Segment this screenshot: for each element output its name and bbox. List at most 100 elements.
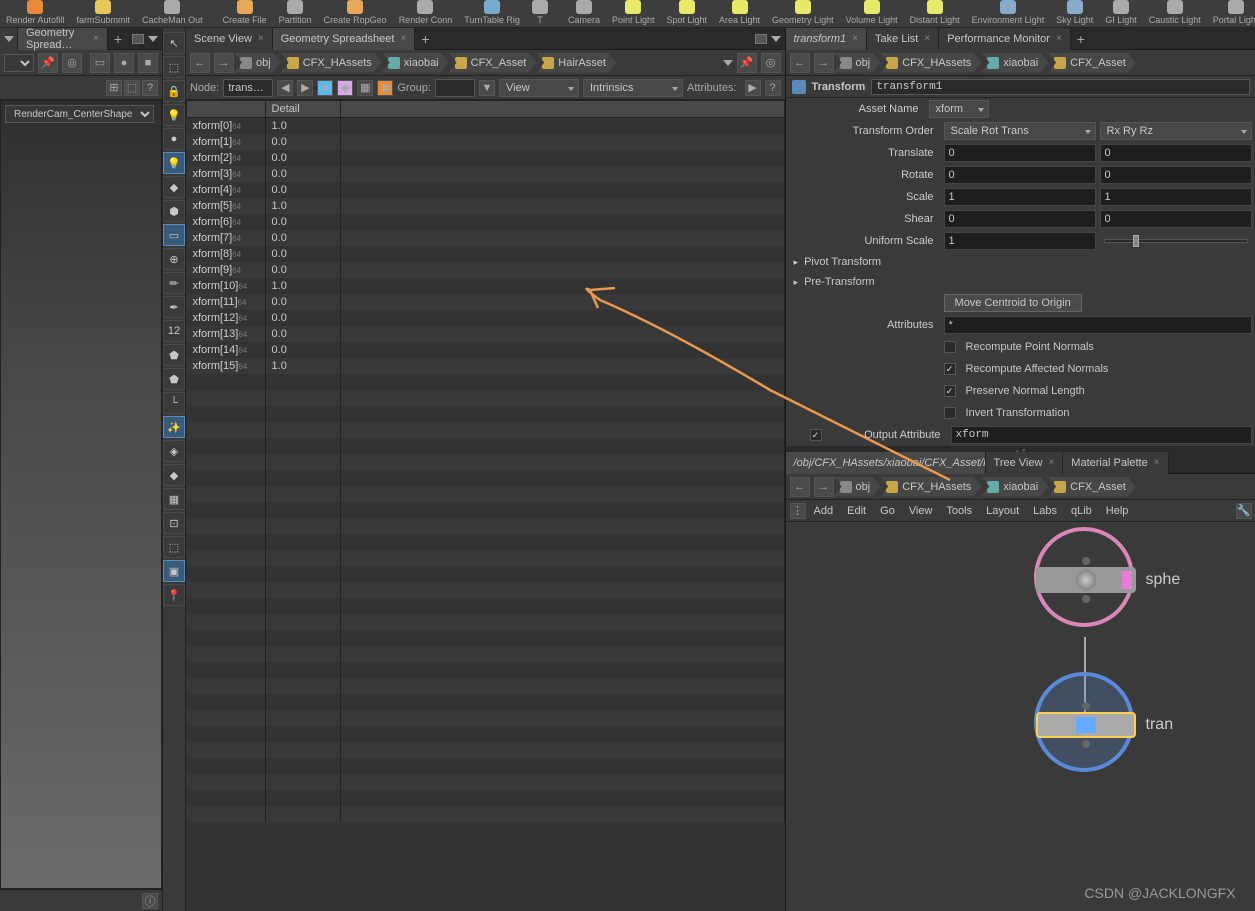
network-view[interactable]: sphe tran CSDN @JACKLONGFX <box>786 522 1255 911</box>
col-header-empty[interactable] <box>187 101 266 118</box>
tab-geometry-spreadsheet[interactable]: Geometry Spreadsheet× <box>273 28 416 50</box>
next-icon[interactable]: ▶ <box>297 80 313 96</box>
filter-points-icon[interactable]: ● <box>317 80 333 96</box>
menu-tools[interactable]: Tools <box>940 505 978 517</box>
node-sphere[interactable]: sphe <box>1036 567 1136 593</box>
crumb-xiaobai[interactable]: xiaobai <box>382 53 449 73</box>
viewport-tool-21[interactable]: ⬚ <box>163 536 185 558</box>
table-row[interactable]: xform[1]640.0 <box>187 134 785 150</box>
crumb-cfxasset-r[interactable]: CFX_Asset <box>1048 53 1136 73</box>
table-row[interactable]: xform[2]640.0 <box>187 150 785 166</box>
attributes-input[interactable] <box>944 316 1252 334</box>
xform-order-dropdown[interactable]: Scale Rot Trans <box>944 122 1096 140</box>
tab-performance-monitor[interactable]: Performance Monitor× <box>939 28 1071 50</box>
crumb-cfxasset[interactable]: CFX_Asset <box>449 53 537 73</box>
viewport-tool-7[interactable]: ⬢ <box>163 200 185 222</box>
crumb-obj-n[interactable]: obj <box>834 477 881 497</box>
left-mode-select[interactable] <box>4 54 34 72</box>
back-icon-r[interactable]: ← <box>790 53 810 73</box>
shelf-environment-light[interactable]: Environment Light <box>966 0 1051 27</box>
viewport-tool-9[interactable]: ⊕ <box>163 248 185 270</box>
asset-name-dropdown[interactable]: xform <box>929 100 989 118</box>
translate-y[interactable] <box>1100 144 1252 162</box>
viewport-tool-8[interactable]: ▭ <box>163 224 185 246</box>
menu-labs[interactable]: Labs <box>1027 505 1063 517</box>
recompute-affected-check[interactable] <box>944 363 956 375</box>
viewport-tool-11[interactable]: ✒ <box>163 296 185 318</box>
viewport-tool-2[interactable]: 🔒 <box>163 80 185 102</box>
shelf-spot-light[interactable]: Spot Light <box>660 0 713 27</box>
uniform-scale-slider[interactable] <box>1104 239 1248 243</box>
table-row[interactable]: xform[3]640.0 <box>187 166 785 182</box>
info-icon[interactable]: ⓘ <box>142 893 158 909</box>
shelf-cacheman-out[interactable]: CacheMan Out <box>136 0 209 27</box>
table-row[interactable]: xform[13]640.0 <box>187 326 785 342</box>
rotate-y[interactable] <box>1100 166 1252 184</box>
menu-layout[interactable]: Layout <box>980 505 1025 517</box>
shear-y[interactable] <box>1100 210 1252 228</box>
menu-help[interactable]: Help <box>1100 505 1135 517</box>
crumb-obj-r[interactable]: obj <box>834 53 881 73</box>
crumb-obj[interactable]: obj <box>234 53 281 73</box>
scale-x[interactable] <box>944 188 1096 206</box>
tab-tree-view[interactable]: Tree View× <box>986 452 1064 474</box>
shelf-create-file[interactable]: Create File <box>217 0 273 27</box>
pivot-transform-folder[interactable]: Pivot Transform <box>786 252 1255 272</box>
level-icon[interactable]: ▣ <box>377 80 393 96</box>
shelf-t[interactable]: T <box>526 0 554 27</box>
crumb-hassets[interactable]: CFX_HAssets <box>281 53 382 73</box>
viewport-tool-0[interactable]: ↖ <box>163 32 185 54</box>
table-row[interactable]: xform[12]640.0 <box>187 310 785 326</box>
pin-icon[interactable]: 📌 <box>38 53 58 73</box>
viewport-tool-20[interactable]: ⊡ <box>163 512 185 534</box>
viewport-tool-1[interactable]: ⬚ <box>163 56 185 78</box>
table-row[interactable]: xform[14]640.0 <box>187 342 785 358</box>
crumb-xiaobai-r[interactable]: xiaobai <box>981 53 1048 73</box>
vp-icon-2[interactable]: ⬚ <box>124 80 140 96</box>
crumb-hassets-n[interactable]: CFX_HAssets <box>880 477 981 497</box>
shelf-sky-light[interactable]: Sky Light <box>1050 0 1099 27</box>
viewport-tool-22[interactable]: ▣ <box>163 560 185 582</box>
filter-detail-icon[interactable]: ▦ <box>357 80 373 96</box>
rotate-x[interactable] <box>944 166 1096 184</box>
table-row[interactable]: xform[0]641.0 <box>187 118 785 135</box>
shelf-farmsubmmit[interactable]: farmSubmmit <box>71 0 137 27</box>
tab-scene-view[interactable]: Scene View× <box>186 28 273 50</box>
link-icon[interactable]: ◎ <box>62 53 82 73</box>
prev-icon[interactable]: ◀ <box>277 80 293 96</box>
pre-transform-folder[interactable]: Pre-Transform <box>786 272 1255 292</box>
shelf-render-conn[interactable]: Render Conn <box>393 0 459 27</box>
shelf-render-autofill[interactable]: Render Autofill <box>0 0 71 27</box>
shelf-distant-light[interactable]: Distant Light <box>904 0 966 27</box>
output-attr-check[interactable] <box>810 429 822 441</box>
camera-select[interactable]: RenderCam_CenterShape <box>5 105 154 123</box>
table-row[interactable]: xform[11]640.0 <box>187 294 785 310</box>
node-transform[interactable]: tran <box>1036 712 1136 738</box>
back-icon-n[interactable]: ← <box>790 477 810 497</box>
group-input[interactable] <box>435 79 475 97</box>
output-attr-input[interactable] <box>951 426 1252 444</box>
invert-transform-check[interactable] <box>944 407 956 419</box>
viewport-tool-23[interactable]: 📍 <box>163 584 185 606</box>
shelf-camera[interactable]: Camera <box>562 0 606 27</box>
pane-menu-icon[interactable] <box>755 34 767 44</box>
wrench-icon[interactable]: 🔧 <box>1236 503 1252 519</box>
scale-y[interactable] <box>1100 188 1252 206</box>
help-icon[interactable]: ? <box>142 80 158 96</box>
forward-icon-n[interactable]: → <box>814 477 834 497</box>
viewport-tool-17[interactable]: ◈ <box>163 440 185 462</box>
uniform-scale-input[interactable] <box>944 232 1096 250</box>
table-row[interactable]: xform[6]640.0 <box>187 214 785 230</box>
viewport-tool-13[interactable]: ⬟ <box>163 344 185 366</box>
crumb-cfxasset-n[interactable]: CFX_Asset <box>1048 477 1136 497</box>
forward-icon-r[interactable]: → <box>814 53 834 73</box>
shelf-create-ropgeo[interactable]: Create RopGeo <box>318 0 393 27</box>
menu-qlib[interactable]: qLib <box>1065 505 1098 517</box>
shelf-turntable-rig[interactable]: TurnTable Rig <box>458 0 526 27</box>
table-row[interactable]: xform[5]641.0 <box>187 198 785 214</box>
shelf-point-light[interactable]: Point Light <box>606 0 661 27</box>
shelf-volume-light[interactable]: Volume Light <box>840 0 904 27</box>
close-icon[interactable]: × <box>93 33 99 44</box>
pin2-icon[interactable]: 📌 <box>737 53 757 73</box>
link2-icon[interactable]: ◎ <box>761 53 781 73</box>
